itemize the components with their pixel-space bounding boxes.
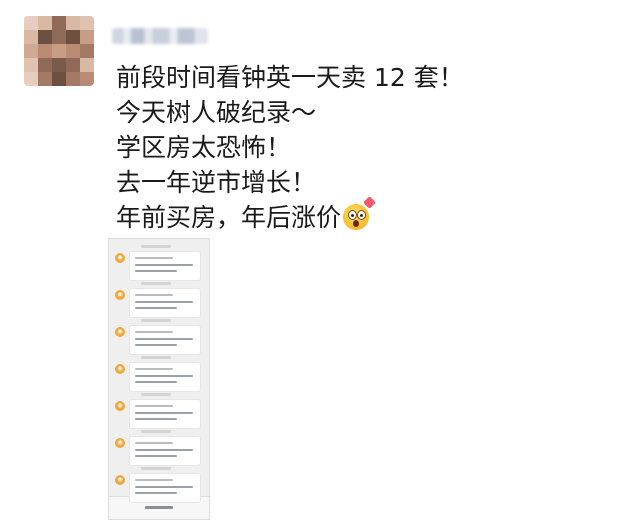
message-bubble: [129, 399, 201, 429]
post-line: 前段时间看钟英一天卖 12 套！: [116, 63, 464, 92]
message-bubble: [129, 473, 201, 503]
message-bubble: [129, 436, 201, 466]
post-line-text: 年前买房，年后涨价: [116, 203, 342, 232]
notification-sender-icon: ◉: [115, 253, 125, 263]
poster-name-blurred[interactable]: [112, 28, 208, 44]
post-line: 今天树人破纪录～: [116, 98, 317, 127]
message-bubble: [129, 362, 201, 392]
notification-sender-icon: ◉: [115, 364, 125, 374]
notification-sender-icon: ◉: [115, 290, 125, 300]
notification-sender-icon: ◉: [115, 327, 125, 337]
post-line: 去一年逆市增长！: [116, 168, 317, 197]
fearful-face-emoji-icon: [343, 196, 376, 230]
post-line: 学区房太恐怖！: [116, 133, 292, 162]
message-bubble: [129, 325, 201, 355]
embedded-screenshot-image[interactable]: ‹ ◉ ◉ ◉ ◉ ◉ ◉ ◉: [108, 238, 210, 520]
notification-sender-icon: ◉: [115, 475, 125, 485]
notification-sender-icon: ◉: [115, 438, 125, 448]
scroll-indicator-icon: ‹: [209, 287, 210, 296]
notification-sender-icon: ◉: [115, 401, 125, 411]
message-bubble: [129, 288, 201, 318]
post-avatar[interactable]: [24, 16, 94, 86]
post-line-with-emoji: 年前买房，年后涨价: [116, 196, 596, 235]
post-text: 前段时间看钟英一天卖 12 套！ 今天树人破纪录～ 学区房太恐怖！ 去一年逆市增…: [116, 60, 596, 235]
message-bubble: [129, 251, 201, 281]
